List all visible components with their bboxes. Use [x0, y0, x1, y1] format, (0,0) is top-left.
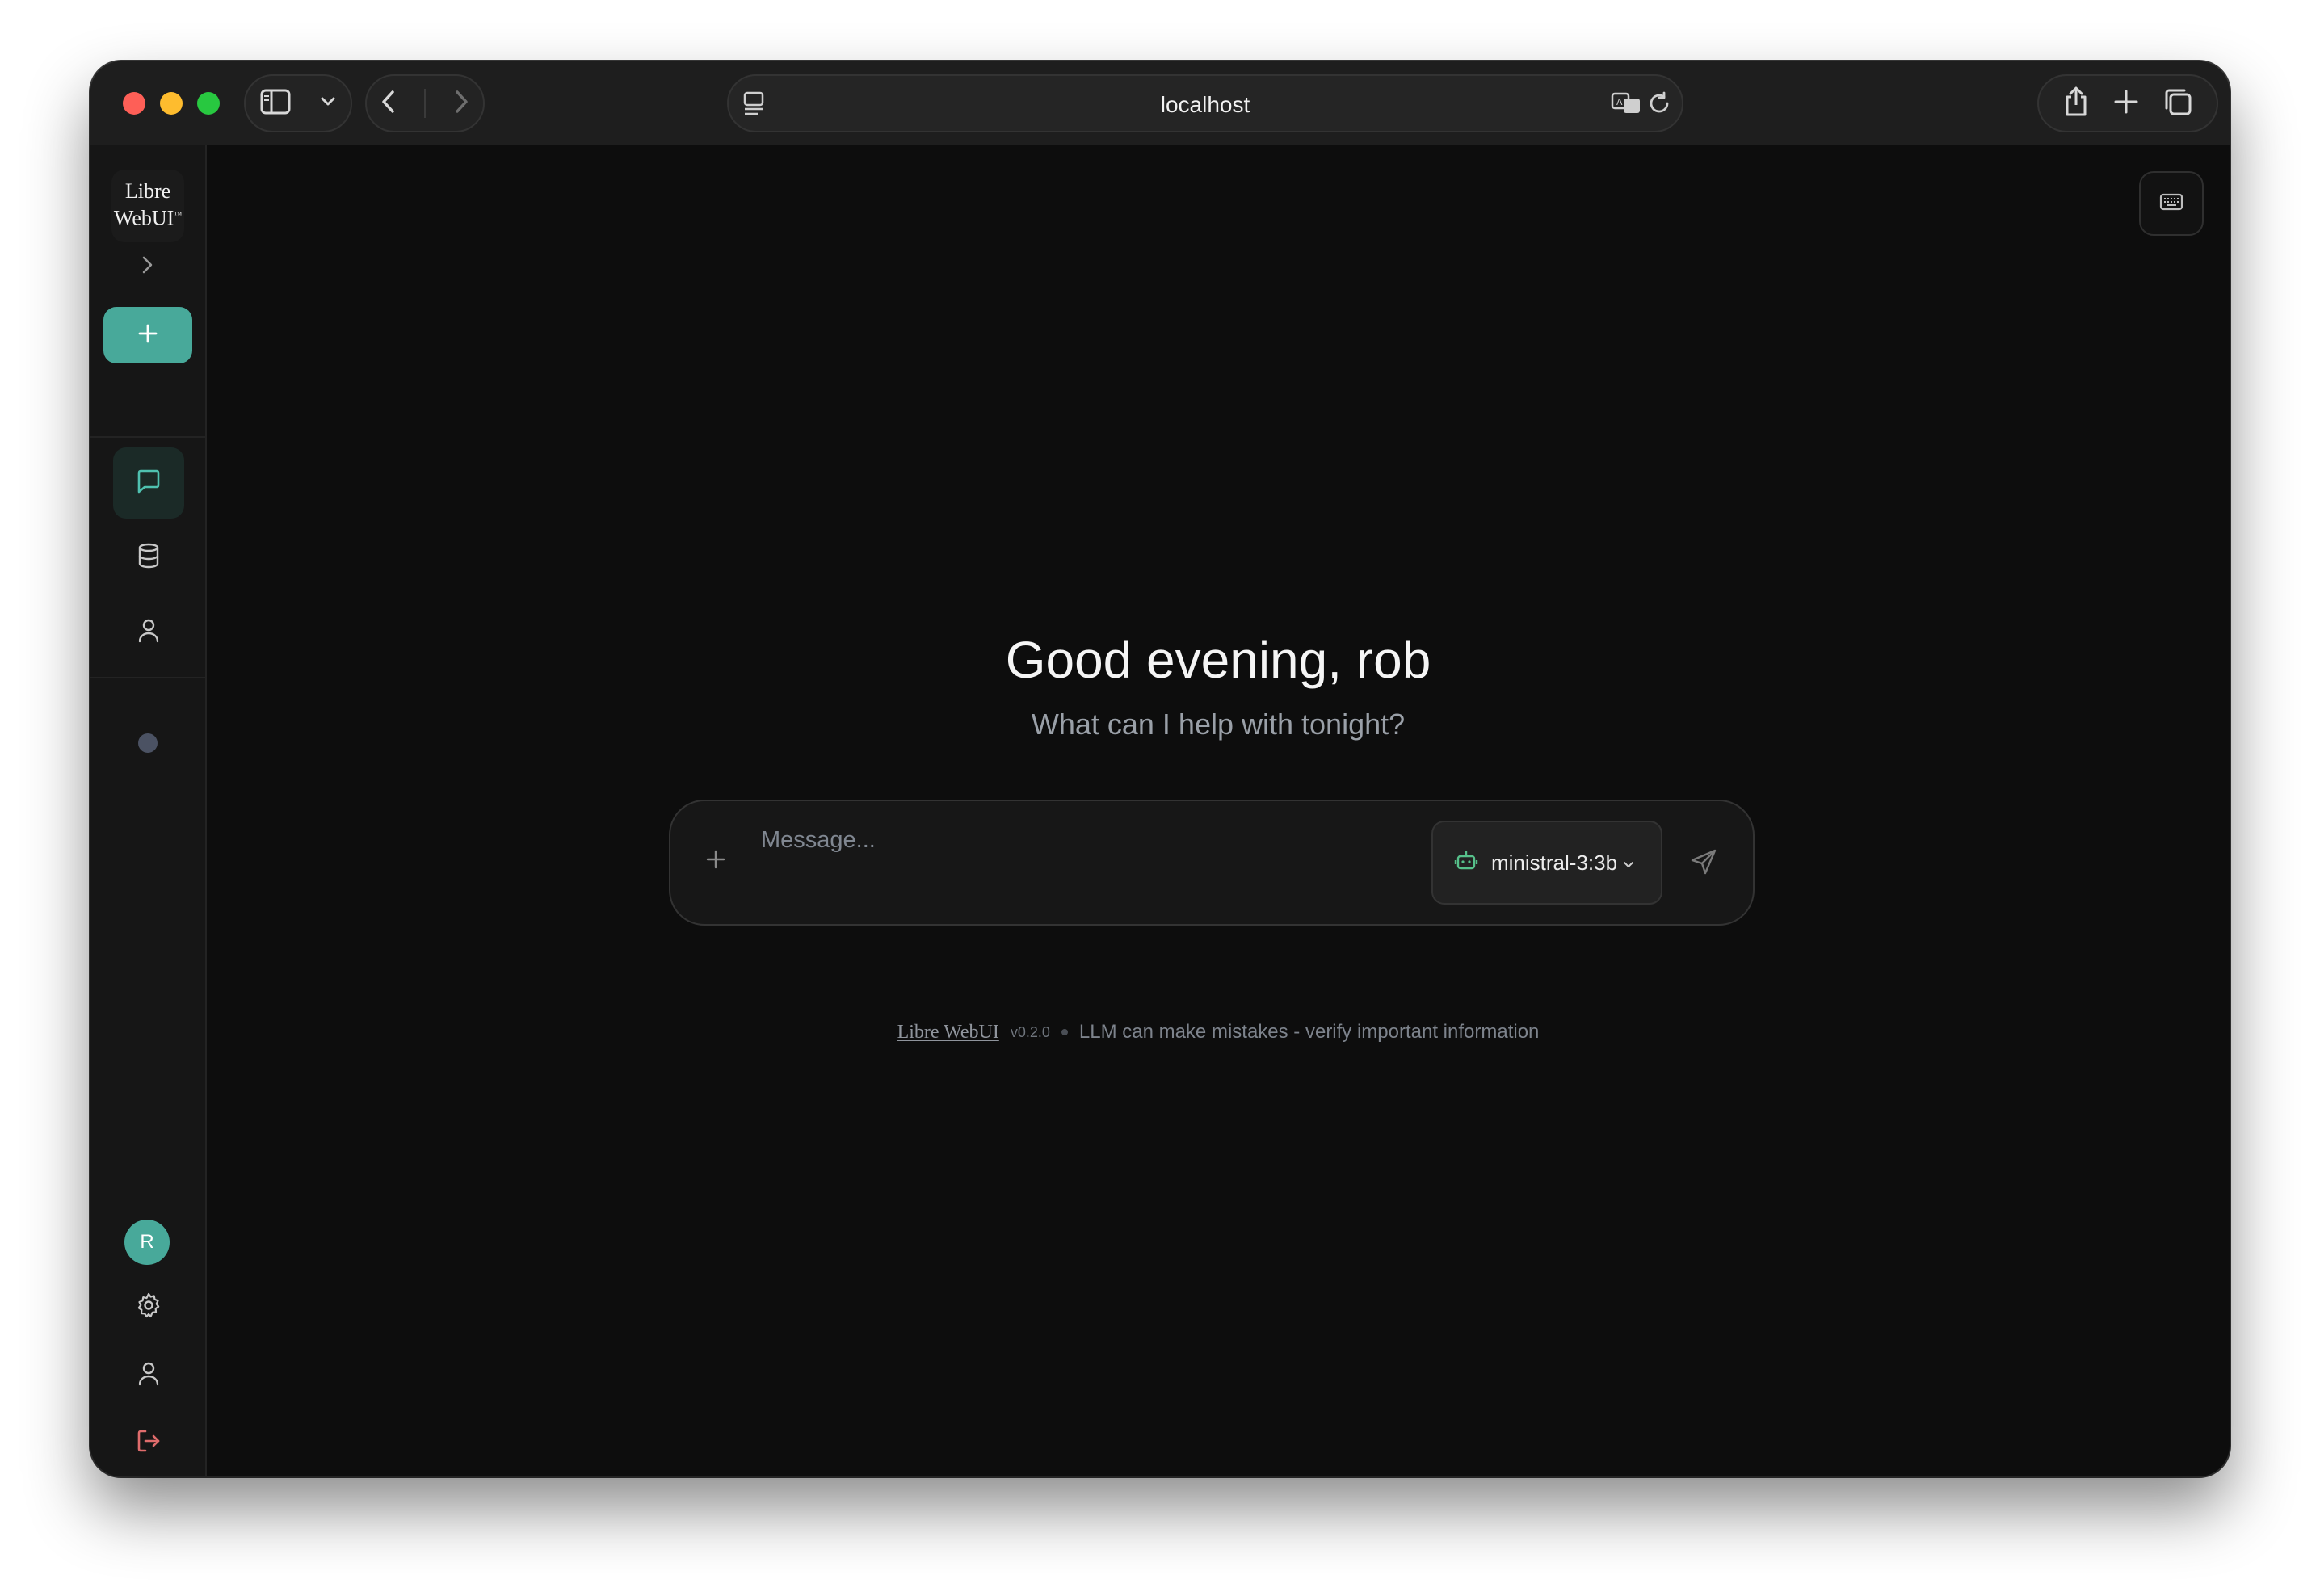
- expand-sidebar-icon[interactable]: [136, 254, 158, 280]
- back-icon[interactable]: [380, 89, 397, 119]
- logo-trademark: ™: [174, 211, 183, 220]
- translate-icon[interactable]: A: [1611, 90, 1643, 120]
- footer-separator-dot: [1061, 1029, 1068, 1035]
- composer-footer: Libre WebUI v0.2.0 LLM can make mistakes…: [207, 1021, 2230, 1044]
- footer-brand-link[interactable]: Libre WebUI: [897, 1022, 999, 1044]
- bot-icon: [1454, 848, 1478, 878]
- footer-disclaimer: LLM can make mistakes - verify important…: [1078, 1021, 1540, 1043]
- svg-text:A: A: [1616, 97, 1623, 107]
- chevron-down-icon: [1622, 850, 1635, 876]
- address-url: localhost: [1160, 92, 1250, 117]
- chevron-down-icon[interactable]: [320, 96, 336, 111]
- sidebar-item-database[interactable]: [113, 522, 184, 593]
- profile-button[interactable]: [113, 1339, 184, 1410]
- model-name: ministral-3:3b: [1491, 850, 1618, 875]
- logo-line-2: WebUI: [113, 206, 174, 230]
- avatar-initial: R: [140, 1231, 154, 1253]
- window-actions-group: [2037, 74, 2218, 132]
- avatar[interactable]: R: [124, 1220, 170, 1265]
- logout-icon: [135, 1427, 162, 1459]
- gear-icon: [135, 1292, 162, 1323]
- browser-window: localhost A Libre WebUI™ R Good evening,…: [90, 61, 2230, 1476]
- new-tab-icon[interactable]: [2113, 89, 2139, 119]
- user-icon: [135, 616, 162, 648]
- keyboard-icon: [2159, 192, 2183, 216]
- logo-line-1: Libre: [124, 179, 171, 203]
- sidebar-toggle-group: [244, 74, 352, 132]
- app-logo[interactable]: Libre WebUI™: [111, 170, 184, 242]
- keyboard-shortcuts-button[interactable]: [2139, 171, 2204, 236]
- database-icon: [135, 542, 162, 573]
- browser-toolbar: localhost A: [90, 61, 2230, 145]
- zoom-window-button[interactable]: [197, 92, 220, 115]
- minimize-window-button[interactable]: [160, 92, 183, 115]
- history-nav-group: [365, 74, 485, 132]
- new-chat-button[interactable]: [103, 307, 192, 363]
- app-sidebar: Libre WebUI™ R: [90, 145, 207, 1476]
- reload-icon[interactable]: [1646, 90, 1672, 120]
- attach-plus-icon[interactable]: [704, 848, 727, 875]
- greeting-subtitle: What can I help with tonight?: [1031, 708, 1406, 741]
- forward-icon[interactable]: [453, 89, 469, 119]
- nav-separator: [424, 89, 426, 118]
- sidebar-toggle-icon[interactable]: [260, 89, 291, 119]
- logout-button[interactable]: [113, 1407, 184, 1476]
- message-input[interactable]: [761, 827, 1407, 854]
- footer-version: v0.2.0: [1010, 1023, 1050, 1040]
- sidebar-item-personas[interactable]: [113, 596, 184, 667]
- tab-overview-icon[interactable]: [2163, 87, 2192, 120]
- greeting-title: Good evening, rob: [1005, 631, 1431, 689]
- address-bar[interactable]: localhost A: [727, 74, 1683, 132]
- sidebar-divider: [90, 436, 205, 438]
- sidebar-divider: [90, 677, 205, 678]
- user-icon: [135, 1359, 162, 1391]
- share-icon[interactable]: [2063, 86, 2089, 122]
- model-selector[interactable]: ministral-3:3b: [1431, 821, 1662, 905]
- plus-icon: [137, 322, 159, 349]
- message-composer: ministral-3:3b: [669, 800, 1755, 926]
- settings-button[interactable]: [113, 1271, 184, 1342]
- chat-icon: [135, 468, 162, 499]
- sidebar-item-chat[interactable]: [113, 447, 184, 519]
- send-icon[interactable]: [1690, 848, 1717, 880]
- connection-status-dot: [138, 733, 158, 753]
- close-window-button[interactable]: [123, 92, 145, 115]
